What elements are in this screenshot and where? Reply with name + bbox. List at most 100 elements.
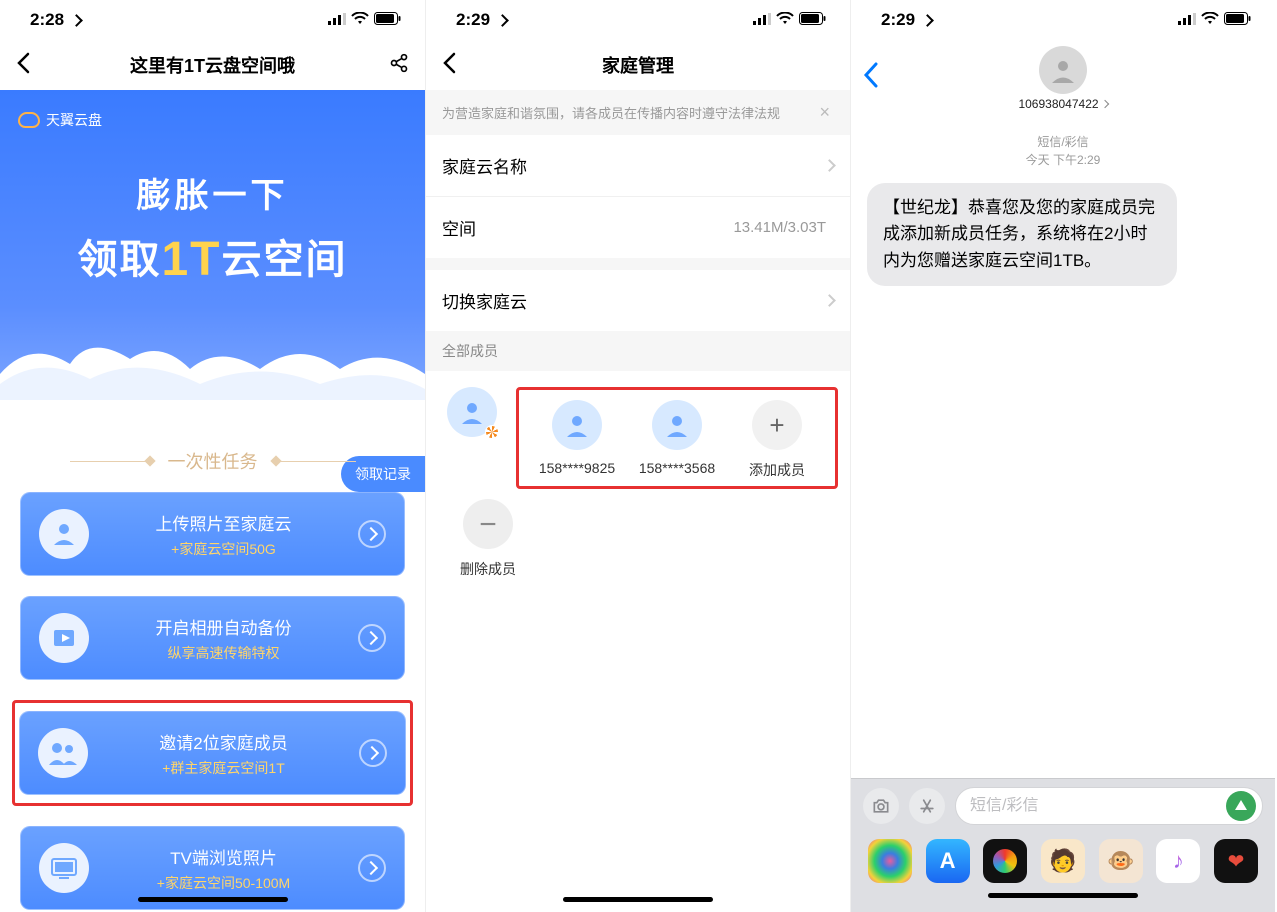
task-title: 邀请2位家庭成员 xyxy=(104,729,343,754)
hero-headline-1: 膨胀一下 xyxy=(0,168,425,217)
contact-number-button[interactable]: 106938047422 xyxy=(1018,97,1107,111)
hero-1t: 1T xyxy=(161,233,221,286)
location-arrow-icon xyxy=(919,10,932,30)
message-input-area xyxy=(851,778,1275,912)
add-member-label: 添加成员 xyxy=(749,460,805,480)
app-photos-icon[interactable] xyxy=(868,839,912,883)
location-arrow-icon xyxy=(68,10,81,30)
share-button[interactable] xyxy=(379,53,409,78)
home-indicator[interactable] xyxy=(988,893,1138,898)
task-invite-members[interactable]: 邀请2位家庭成员 +群主家庭云空间1T xyxy=(19,711,406,795)
row-switch-family-cloud[interactable]: 切换家庭云 xyxy=(426,270,850,331)
back-button[interactable] xyxy=(16,51,46,79)
hero-logo-text: 天翼云盘 xyxy=(46,110,102,130)
member-label: 158****9825 xyxy=(539,460,615,476)
album-backup-icon xyxy=(39,613,89,663)
app-appstore-icon[interactable] xyxy=(926,839,970,883)
app-store-shortcut-button[interactable] xyxy=(909,788,945,824)
wifi-icon xyxy=(351,10,369,30)
app-rainbow-icon[interactable] xyxy=(983,839,1027,883)
hero-banner: 天翼云盘 膨胀一下 领取1T云空间 xyxy=(0,90,425,400)
hero-headline-2: 领取1T云空间 xyxy=(0,227,425,287)
status-time: 2:29 xyxy=(456,10,490,30)
task-upload-photo[interactable]: 上传照片至家庭云 +家庭云空间50G xyxy=(20,492,405,576)
task-title: 上传照片至家庭云 xyxy=(105,510,342,535)
task-list-area: 领取记录 一次性任务 上传照片至家庭云 +家庭云空间50G 开启相册自动备份 纵… xyxy=(0,448,425,912)
cloud-icon xyxy=(18,112,40,128)
app-drawer xyxy=(851,833,1275,885)
status-bar: 2:29 xyxy=(851,0,1275,40)
meta-time: 今天 下午2:29 xyxy=(851,151,1275,169)
owner-badge-icon xyxy=(485,425,499,439)
tv-icon xyxy=(39,843,89,893)
message-input[interactable] xyxy=(970,797,1226,815)
meta-type: 短信/彩信 xyxy=(851,133,1275,151)
task-title: 开启相册自动备份 xyxy=(105,614,342,639)
battery-icon xyxy=(374,10,401,30)
member-owner[interactable] xyxy=(438,387,506,489)
plus-icon: + xyxy=(752,400,802,450)
app-memoji-icon[interactable] xyxy=(1041,839,1085,883)
status-time: 2:28 xyxy=(30,10,64,30)
spacer xyxy=(426,258,850,270)
task-auto-backup[interactable]: 开启相册自动备份 纵享高速传输特权 xyxy=(20,596,405,680)
signal-icon xyxy=(328,10,346,30)
row-label: 家庭云名称 xyxy=(442,153,527,178)
remove-member-button[interactable]: − 删除成员 xyxy=(438,499,538,579)
member-item[interactable]: 158****9825 xyxy=(527,400,627,480)
remove-member-label: 删除成员 xyxy=(460,559,516,579)
section-title-text: 一次性任务 xyxy=(168,448,258,474)
back-button[interactable] xyxy=(442,51,472,79)
close-notice-button[interactable]: × xyxy=(815,102,834,123)
contact-number-text: 106938047422 xyxy=(1018,97,1098,111)
cloud-decoration xyxy=(0,334,425,400)
page-title: 家庭管理 xyxy=(472,52,804,78)
contact-avatar-icon[interactable] xyxy=(1039,46,1087,94)
battery-icon xyxy=(799,10,826,30)
hero-suffix: 云空间 xyxy=(222,238,348,282)
status-time: 2:29 xyxy=(881,10,915,30)
task-subtitle: +家庭云空间50-100M xyxy=(105,873,342,893)
screen-cloud-tasks: 2:28 这里有1T云盘空间哦 天翼云盘 膨胀一下 xyxy=(0,0,425,912)
message-text: 【世纪龙】恭喜您及您的家庭成员完成添加新成员任务，系统将在2小时内为您赠送家庭云… xyxy=(883,198,1155,270)
space-usage-value: 13.41M/3.03T xyxy=(733,219,826,236)
family-members-icon xyxy=(38,728,88,778)
chevron-right-icon xyxy=(358,624,386,652)
task-subtitle: +家庭云空间50G xyxy=(105,539,342,559)
minus-icon: − xyxy=(463,499,513,549)
notice-bar: 为营造家庭和谐氛围，请各成员在传播内容时遵守法律法规 × xyxy=(426,90,850,135)
chevron-right-icon xyxy=(358,520,386,548)
back-button[interactable] xyxy=(863,62,893,96)
member-label: 158****3568 xyxy=(639,460,715,476)
incoming-message-bubble[interactable]: 【世纪龙】恭喜您及您的家庭成员完成添加新成员任务，系统将在2小时内为您赠送家庭云… xyxy=(867,183,1177,286)
status-bar: 2:29 xyxy=(426,0,850,40)
task-title: TV端浏览照片 xyxy=(105,844,342,869)
page-title: 这里有1T云盘空间哦 xyxy=(46,52,379,78)
hero-logo: 天翼云盘 xyxy=(18,110,102,130)
member-item[interactable]: 158****3568 xyxy=(627,400,727,480)
app-animoji-icon[interactable] xyxy=(1099,839,1143,883)
avatar-icon xyxy=(652,400,702,450)
row-family-cloud-name[interactable]: 家庭云名称 xyxy=(426,135,850,197)
app-music-icon[interactable] xyxy=(1156,839,1200,883)
home-indicator[interactable] xyxy=(138,897,288,902)
remove-row: − 删除成员 xyxy=(426,499,850,589)
subheader-all-members: 全部成员 xyxy=(426,331,850,371)
location-arrow-icon xyxy=(494,10,507,30)
signal-icon xyxy=(753,10,771,30)
app-heart-icon[interactable] xyxy=(1214,839,1258,883)
avatar-icon xyxy=(447,387,497,437)
chevron-right-icon xyxy=(823,294,836,307)
home-indicator[interactable] xyxy=(563,897,713,902)
camera-button[interactable] xyxy=(863,788,899,824)
signal-icon xyxy=(1178,10,1196,30)
row-label: 空间 xyxy=(442,215,476,240)
row-space[interactable]: 空间 13.41M/3.03T xyxy=(426,197,850,258)
wifi-icon xyxy=(776,10,794,30)
add-member-button[interactable]: + 添加成员 xyxy=(727,400,827,480)
avatar-icon xyxy=(552,400,602,450)
message-input-wrap xyxy=(955,787,1263,825)
chevron-right-icon xyxy=(359,739,387,767)
send-button[interactable] xyxy=(1226,791,1256,821)
upload-photo-icon xyxy=(39,509,89,559)
